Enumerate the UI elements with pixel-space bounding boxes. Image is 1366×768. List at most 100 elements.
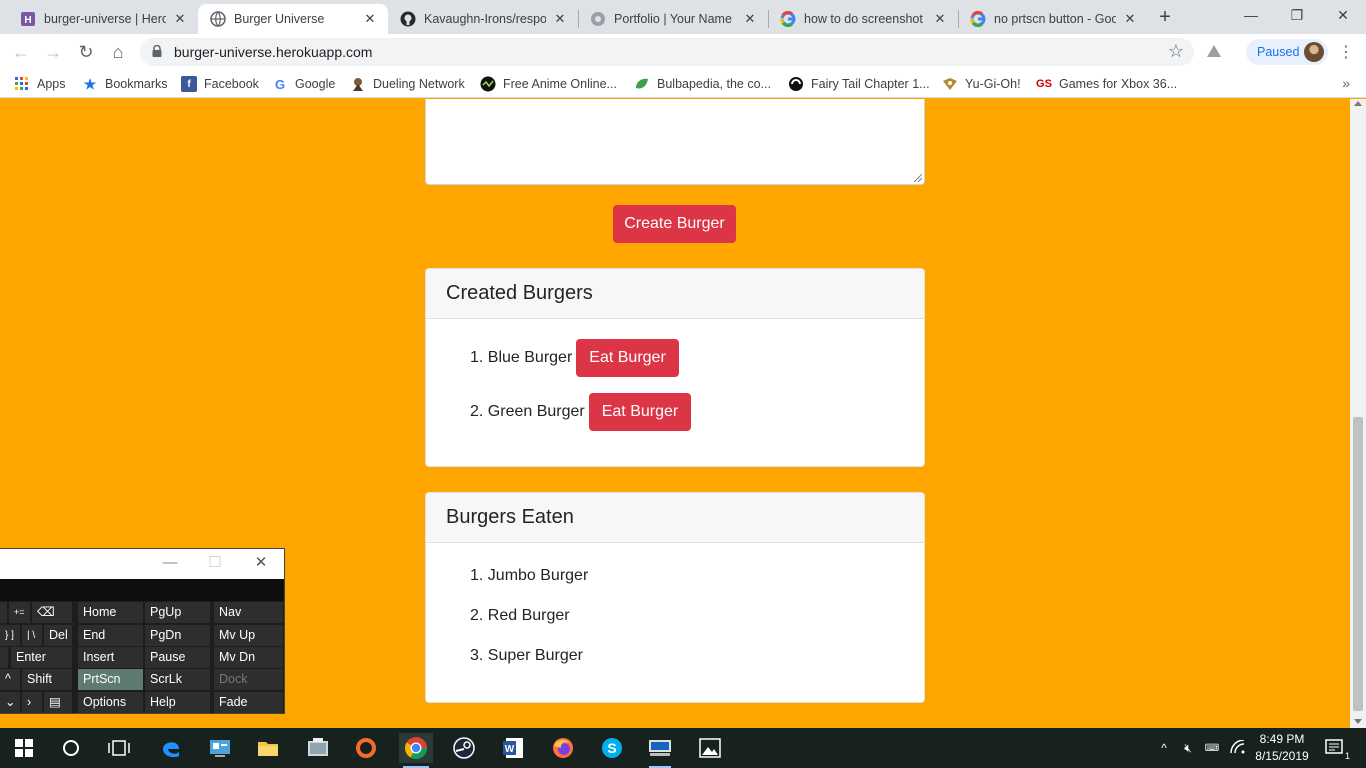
key-insert[interactable]: Insert: [78, 647, 143, 668]
scroll-up-arrow-icon[interactable]: [1354, 101, 1362, 106]
chevron-up-icon[interactable]: ^: [1156, 741, 1172, 755]
scrollbar-thumb[interactable]: [1353, 417, 1363, 711]
key-mv-up[interactable]: Mv Up: [214, 625, 283, 646]
create-burger-button[interactable]: Create Burger: [613, 205, 736, 243]
key-down-arrow-icon[interactable]: ⌄: [0, 692, 20, 713]
minimize-button[interactable]: —: [1228, 0, 1274, 32]
key-pgdn[interactable]: PgDn: [145, 625, 210, 646]
page-scrollbar[interactable]: [1350, 99, 1366, 728]
on-screen-keyboard-icon[interactable]: [645, 733, 675, 768]
tab-portfolio[interactable]: Portfolio | Your Name ✕: [578, 4, 768, 34]
bookmark-bulbapedia[interactable]: Bulbapedia, the co...: [634, 75, 771, 93]
bookmark-games-xbox[interactable]: GS Games for Xbox 36...: [1036, 75, 1177, 93]
tab-burger-universe[interactable]: Burger Universe ✕: [198, 4, 388, 34]
close-icon[interactable]: ✕: [552, 11, 568, 27]
close-icon[interactable]: ✕: [172, 11, 188, 27]
bookmark-facebook[interactable]: f Facebook: [181, 75, 259, 93]
control-panel-icon[interactable]: [205, 733, 235, 763]
key-backslash[interactable]: | \: [22, 625, 42, 646]
volume-muted-icon[interactable]: 🔇︎: [1178, 741, 1198, 756]
word-icon[interactable]: W: [498, 733, 528, 763]
close-icon[interactable]: ✕: [1122, 11, 1138, 27]
input-method-icon[interactable]: ⌨: [1202, 743, 1222, 754]
chevron-right-icon[interactable]: »: [1342, 75, 1350, 91]
key-options[interactable]: Options: [78, 692, 143, 713]
burger-name-textarea[interactable]: [425, 99, 925, 185]
key-backspace-icon[interactable]: ⌫: [32, 602, 72, 623]
bookmark-yugioh[interactable]: Yu-Gi-Oh!: [942, 75, 1021, 93]
forward-arrow-icon[interactable]: →: [41, 40, 65, 64]
photos-icon[interactable]: [695, 733, 725, 763]
key-scrlk[interactable]: ScrLk: [145, 669, 210, 690]
notification-icon[interactable]: 1: [1320, 733, 1350, 763]
tab-burger-universe-heroku[interactable]: H burger-universe | Herok ✕: [8, 4, 198, 34]
key-nav[interactable]: Nav: [214, 602, 283, 623]
chrome-icon[interactable]: [399, 733, 433, 768]
window-close-button[interactable]: ✕: [1320, 0, 1366, 32]
osk-titlebar[interactable]: — ☐ ✕: [0, 549, 284, 579]
firefox-icon[interactable]: [548, 733, 578, 763]
search-circle-icon[interactable]: [56, 733, 86, 763]
bookmark-free-anime[interactable]: Free Anime Online...: [480, 75, 617, 93]
key-home[interactable]: Home: [78, 602, 143, 623]
reload-icon[interactable]: ↻: [74, 40, 98, 64]
key-prtscn[interactable]: PrtScn: [78, 669, 143, 690]
key-shift[interactable]: Shift: [22, 669, 72, 690]
key-pgup[interactable]: PgUp: [145, 602, 210, 623]
new-tab-button[interactable]: +: [1154, 6, 1176, 28]
address-bar[interactable]: burger-universe.herokuapp.com ☆: [140, 38, 1194, 66]
close-icon[interactable]: ✕: [742, 11, 758, 27]
browser-toolbar: ← → ↻ ⌂ burger-universe.herokuapp.com ☆ …: [0, 34, 1366, 70]
task-view-icon[interactable]: [104, 733, 134, 763]
key-quote[interactable]: [0, 647, 8, 668]
eat-burger-button[interactable]: Eat Burger: [576, 339, 679, 377]
key-equals[interactable]: +=: [9, 602, 30, 623]
key-menu-icon[interactable]: ▤: [44, 692, 72, 713]
steam-icon[interactable]: [449, 733, 479, 763]
back-arrow-icon[interactable]: ←: [9, 40, 33, 64]
origin-icon[interactable]: [351, 733, 381, 763]
bookmark-dueling-network[interactable]: Dueling Network: [350, 75, 465, 93]
skype-icon[interactable]: S: [597, 733, 627, 763]
wifi-icon[interactable]: [1228, 738, 1248, 757]
key-dock[interactable]: Dock: [214, 669, 283, 690]
tab-github-repo[interactable]: Kavaughn-Irons/respon ✕: [388, 4, 578, 34]
tab-google-prtscn[interactable]: no prtscn button - Goo ✕: [958, 4, 1148, 34]
key-minus[interactable]: [0, 602, 7, 623]
windows-start-icon[interactable]: [9, 733, 39, 763]
key-fade[interactable]: Fade: [214, 692, 283, 713]
star-icon[interactable]: ☆: [1168, 41, 1184, 62]
menu-icon[interactable]: ⋮: [1338, 42, 1354, 62]
key-help[interactable]: Help: [145, 692, 210, 713]
key-enter[interactable]: Enter: [11, 647, 72, 668]
list-item: 2. Red Burger: [470, 607, 570, 624]
maximize-icon[interactable]: ☐: [205, 553, 225, 573]
key-mv-dn[interactable]: Mv Dn: [214, 647, 283, 668]
close-icon[interactable]: ✕: [251, 553, 271, 573]
close-icon[interactable]: ✕: [932, 11, 948, 27]
bookmark-google[interactable]: G Google: [272, 75, 335, 93]
home-icon[interactable]: ⌂: [106, 40, 130, 64]
extension-icon[interactable]: [1204, 42, 1224, 62]
file-explorer-icon[interactable]: [253, 733, 283, 763]
key-right-arrow-icon[interactable]: ›: [22, 692, 42, 713]
key-up-arrow-icon[interactable]: ^: [0, 669, 20, 690]
key-pause[interactable]: Pause: [145, 647, 210, 668]
taskbar-clock[interactable]: 8:49 PM 8/15/2019: [1252, 731, 1312, 765]
minimize-icon[interactable]: —: [160, 553, 180, 573]
resize-grip-icon[interactable]: [914, 174, 922, 182]
key-del[interactable]: Del: [44, 625, 72, 646]
eat-burger-button[interactable]: Eat Burger: [588, 393, 692, 431]
scroll-down-arrow-icon[interactable]: [1354, 719, 1362, 724]
key-bracket-right[interactable]: } ]: [0, 625, 20, 646]
bookmark-apps[interactable]: Apps: [14, 75, 66, 93]
tab-google-screenshot[interactable]: how to do screenshot - ✕: [768, 4, 958, 34]
profile-button[interactable]: Paused: [1246, 39, 1328, 65]
key-end[interactable]: End: [78, 625, 143, 646]
photo-app-icon[interactable]: [303, 733, 333, 763]
edge-icon[interactable]: [156, 733, 186, 763]
restore-button[interactable]: ❐: [1274, 0, 1320, 32]
bookmark-fairy-tail[interactable]: Fairy Tail Chapter 1...: [788, 75, 930, 93]
bookmark-bookmarks[interactable]: ★ Bookmarks: [82, 75, 168, 93]
close-icon[interactable]: ✕: [362, 11, 378, 27]
